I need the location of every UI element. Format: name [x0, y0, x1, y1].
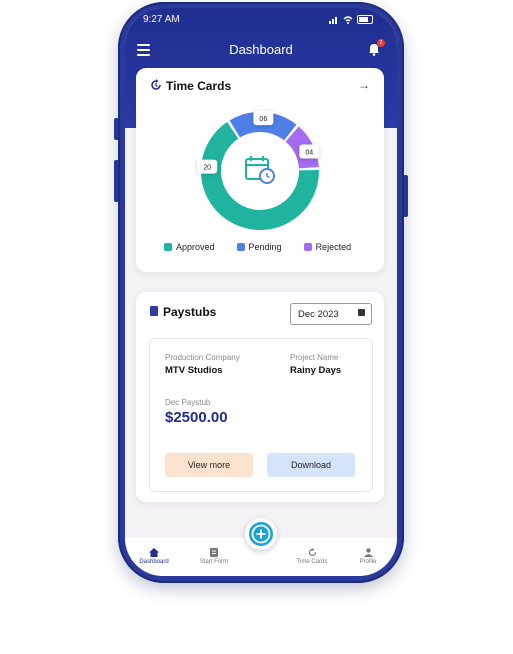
- svg-text:20: 20: [203, 165, 211, 172]
- legend-pending: Pending: [236, 242, 282, 252]
- form-icon: [210, 548, 218, 557]
- view-more-button[interactable]: View more: [165, 453, 253, 477]
- donut-label-pending: 06: [253, 111, 274, 126]
- battery-icon: [357, 15, 373, 24]
- notification-badge: 2: [377, 39, 385, 47]
- notification-bell-icon[interactable]: 2: [367, 39, 385, 56]
- time-cards-donut-chart: 06 04 20: [197, 111, 320, 230]
- project-name-label: Project Name: [290, 353, 339, 362]
- page-title: Dashboard: [229, 42, 293, 57]
- legend-pending-label: Pending: [248, 242, 282, 252]
- tab-dashboard[interactable]: Dashboard: [129, 548, 179, 565]
- user-icon: [363, 548, 373, 557]
- project-name-value: Rainy Days: [290, 365, 342, 376]
- status-bar: 9:27 AM: [125, 14, 397, 28]
- status-icons: [329, 15, 373, 24]
- title-row: Dashboard 2: [125, 39, 397, 60]
- svg-text:06: 06: [259, 116, 267, 123]
- svg-text:04: 04: [305, 149, 313, 156]
- legend-approved-label: Approved: [176, 242, 215, 252]
- clock-refresh-icon: [308, 548, 316, 557]
- tab-time-cards[interactable]: Time Cards: [287, 548, 337, 565]
- paystub-amount: $2500.00: [165, 409, 228, 426]
- paystub-document-icon: [150, 306, 158, 316]
- production-company-value: MTV Studios: [165, 365, 223, 376]
- paystubs-card: Paystubs Dec 2023 Production Company MTV…: [136, 292, 384, 502]
- tab-profile-label: Profile: [359, 559, 377, 565]
- donut-label-rejected: 04: [299, 144, 320, 159]
- plus-icon: [249, 522, 273, 546]
- month-select-value: Dec 2023: [298, 309, 339, 320]
- donut-label-approved: 20: [197, 159, 218, 174]
- time-cards-legend: Approved Pending Rejected: [164, 242, 351, 252]
- app-screen: 9:27 AM Dashboard 2 Time Cards → 06 04 2…: [125, 8, 397, 576]
- add-button[interactable]: [245, 518, 277, 550]
- download-button[interactable]: Download: [267, 453, 355, 477]
- production-company-label: Production Company: [165, 353, 240, 362]
- legend-approved: Approved: [164, 242, 215, 252]
- legend-rejected-label: Rejected: [315, 242, 352, 252]
- paystub-label: Dec Paystub: [165, 398, 211, 407]
- signal-icon: [329, 16, 337, 24]
- tab-time-cards-label: Time Cards: [296, 559, 328, 565]
- calendar-icon: [358, 309, 365, 316]
- tab-start-form[interactable]: Start Form: [189, 548, 239, 565]
- calendar-clock-icon: [230, 141, 290, 201]
- status-time: 9:27 AM: [143, 14, 180, 25]
- paystubs-title: Paystubs: [163, 305, 217, 319]
- time-cards-card: Time Cards → 06 04 20 Approved Pending Rej…: [136, 68, 384, 272]
- legend-rejected: Rejected: [303, 242, 352, 252]
- paystub-detail-box: Production Company MTV Studios Project N…: [149, 338, 373, 492]
- tab-dashboard-label: Dashboard: [139, 559, 169, 565]
- wifi-icon: [343, 15, 353, 24]
- home-icon: [149, 548, 159, 557]
- tab-profile[interactable]: Profile: [343, 548, 393, 565]
- month-select[interactable]: Dec 2023: [290, 303, 372, 325]
- tab-start-form-label: Start Form: [199, 559, 229, 565]
